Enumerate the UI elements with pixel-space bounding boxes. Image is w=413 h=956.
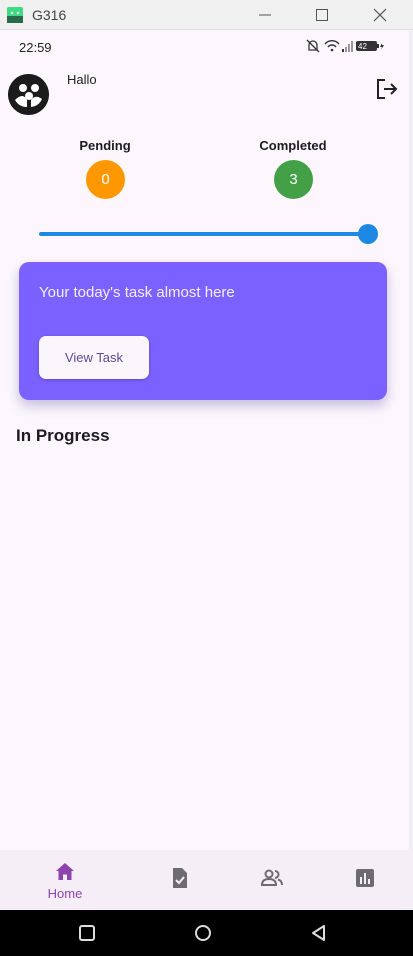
- back-icon[interactable]: [309, 923, 329, 943]
- recent-apps-icon[interactable]: [77, 923, 97, 943]
- window-edge: [409, 30, 413, 910]
- android-app-icon: [7, 7, 23, 23]
- home-icon: [56, 863, 74, 880]
- view-task-button[interactable]: View Task: [39, 336, 149, 379]
- app-frame: G316 22:59 42 Hallo Pending 0 Completed …: [0, 0, 413, 956]
- pending-count-badge: 0: [86, 160, 125, 199]
- progress-slider-thumb[interactable]: [358, 224, 378, 244]
- status-icons: [306, 39, 384, 53]
- greeting-text: Hallo: [67, 72, 97, 87]
- people-icon: [261, 869, 283, 886]
- signal-icon: [342, 41, 353, 52]
- window-title: G316: [32, 7, 67, 23]
- in-progress-heading: In Progress: [16, 426, 110, 445]
- task-card-message: Your today's task almost here: [39, 284, 235, 301]
- maximize-button[interactable]: [299, 0, 345, 30]
- task-doc-icon: [173, 868, 187, 888]
- close-icon: [373, 8, 387, 22]
- nav-home[interactable]: Home: [35, 850, 95, 910]
- completed-label: Completed: [259, 138, 327, 153]
- bar-chart-icon: [356, 869, 374, 887]
- system-navigation-bar: [0, 910, 413, 956]
- pending-label: Pending: [79, 138, 131, 153]
- minimize-icon: [259, 14, 271, 16]
- nav-home-label: Home: [47, 886, 83, 901]
- nav-team[interactable]: [242, 850, 302, 910]
- nav-tasks[interactable]: [150, 850, 210, 910]
- logout-button[interactable]: [374, 76, 400, 102]
- user-group-icon: [8, 74, 49, 115]
- avatar[interactable]: [8, 74, 49, 115]
- bottom-navigation: Home: [0, 850, 413, 910]
- close-button[interactable]: [357, 0, 403, 30]
- nav-stats[interactable]: [335, 850, 395, 910]
- notifications-off-icon: [306, 39, 320, 53]
- minimize-button[interactable]: [242, 0, 288, 30]
- system-home-icon[interactable]: [193, 923, 213, 943]
- today-task-card: Your today's task almost here View Task: [19, 262, 387, 400]
- status-time: 22:59: [19, 40, 52, 55]
- completed-count-badge: 3: [274, 160, 313, 199]
- wifi-icon: [324, 40, 340, 52]
- maximize-icon: [316, 9, 328, 21]
- progress-slider-track[interactable]: [39, 232, 369, 236]
- window-titlebar: G316: [0, 0, 413, 30]
- battery-level: 42: [358, 42, 367, 51]
- logout-icon: [377, 79, 398, 99]
